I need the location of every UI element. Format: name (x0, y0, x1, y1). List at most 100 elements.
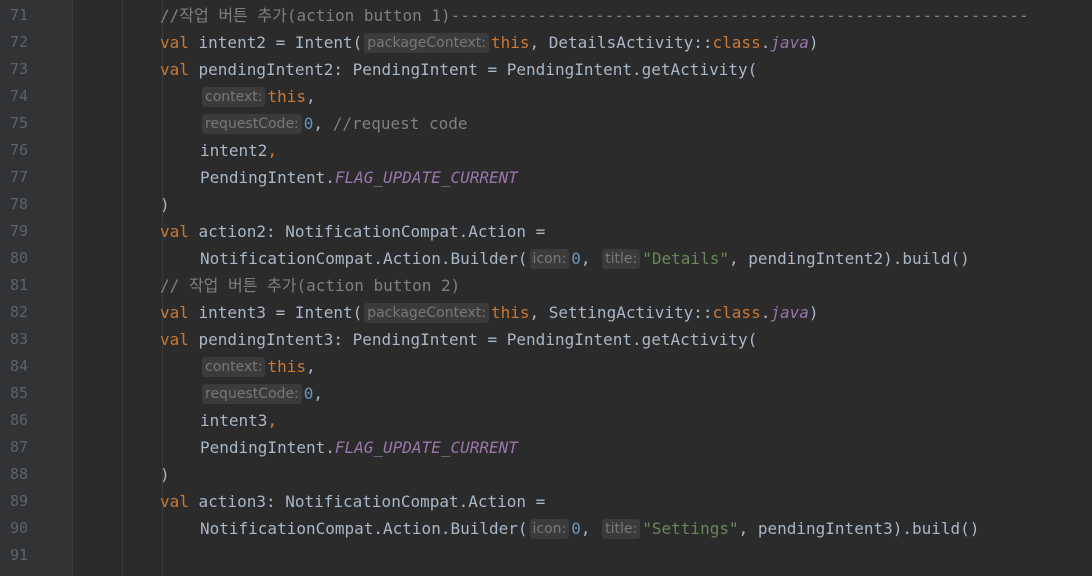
code-line[interactable]: 71 //작업 버튼 추가(action button 1)-----------… (0, 2, 1092, 29)
code-line[interactable]: 88) (0, 461, 1092, 488)
code-text[interactable]: intent3, (200, 407, 277, 434)
code-text[interactable]: PendingIntent.FLAG_UPDATE_CURRENT (200, 434, 518, 461)
line-number: 82 (9, 303, 28, 321)
code-token: ) (160, 195, 170, 214)
parameter-hint: packageContext: (364, 33, 489, 53)
code-text[interactable]: val action2: NotificationCompat.Action = (160, 218, 545, 245)
code-text[interactable]: NotificationCompat.Action.Builder(icon: 0… (200, 515, 979, 542)
line-number: 71 (9, 6, 28, 24)
code-token: , (313, 384, 324, 403)
code-token: intent2 = Intent( (198, 33, 363, 52)
code-token: , (313, 114, 333, 133)
parameter-hint: icon: (529, 519, 570, 539)
code-token: FLAG_UPDATE_CURRENT (334, 438, 518, 457)
code-token: intent2 (200, 141, 268, 160)
code-token: , pendingIntent2).build() (728, 249, 970, 268)
line-number: 80 (9, 249, 28, 267)
code-token: //작업 버튼 추가(action button 1) (160, 6, 451, 25)
code-token: val (160, 33, 199, 52)
code-text[interactable]: ) (160, 191, 170, 218)
code-line[interactable]: 78) (0, 191, 1092, 218)
line-number: 81 (9, 276, 28, 294)
line-number: 86 (9, 411, 28, 429)
code-editor[interactable]: 71 //작업 버튼 추가(action button 1)-----------… (0, 0, 1092, 576)
code-token: 0 (303, 114, 314, 133)
line-number: 72 (9, 33, 28, 51)
code-line[interactable]: 75 requestCode: 0, //request code (0, 110, 1092, 137)
code-token: , (580, 249, 601, 268)
code-token: ) (160, 465, 170, 484)
code-text[interactable]: val intent2 = Intent(packageContext: this… (160, 29, 819, 56)
line-number: 90 (9, 519, 28, 537)
code-token: pendingIntent3: PendingIntent = PendingI… (198, 330, 758, 349)
code-line[interactable]: 86 intent3, (0, 407, 1092, 434)
code-text[interactable]: context: this, (200, 353, 316, 380)
code-line[interactable]: 91 (0, 542, 1092, 569)
line-number: 88 (9, 465, 28, 483)
code-text[interactable]: ) (160, 461, 170, 488)
parameter-hint: context: (202, 357, 266, 377)
code-token: this (490, 33, 530, 52)
code-line[interactable]: 85 requestCode: 0, (0, 380, 1092, 407)
code-text[interactable]: NotificationCompat.Action.Builder(icon: 0… (200, 245, 970, 272)
code-token: . (760, 33, 771, 52)
code-token: val (160, 222, 199, 241)
parameter-hint: title: (602, 249, 641, 269)
code-text[interactable]: val pendingIntent2: PendingIntent = Pend… (160, 56, 757, 83)
parameter-hint: title: (602, 519, 641, 539)
parameter-hint: context: (202, 87, 266, 107)
code-token: , (306, 87, 316, 106)
code-line[interactable]: 82 val intent3 = Intent(packageContext: th… (0, 299, 1092, 326)
code-line[interactable]: 90 NotificationCompat.Action.Builder(icon… (0, 515, 1092, 542)
code-text[interactable]: intent2, (200, 137, 277, 164)
parameter-hint: requestCode: (202, 384, 302, 404)
code-text[interactable]: val action3: NotificationCompat.Action = (160, 488, 545, 515)
line-number: 91 (9, 546, 28, 564)
code-token: this (267, 357, 307, 376)
code-text[interactable]: //작업 버튼 추가(action button 1)-------------… (160, 2, 1029, 29)
code-token: intent3 (200, 411, 268, 430)
line-number: 75 (9, 114, 28, 132)
code-text[interactable]: PendingIntent.FLAG_UPDATE_CURRENT (200, 164, 518, 191)
code-token: FLAG_UPDATE_CURRENT (334, 168, 518, 187)
code-line[interactable]: 89 val action3: NotificationCompat.Action… (0, 488, 1092, 515)
code-token: ) (808, 303, 819, 322)
code-token: , (267, 411, 278, 430)
code-text[interactable]: requestCode: 0, (200, 380, 323, 407)
code-line[interactable]: 87 PendingIntent.FLAG_UPDATE_CURRENT (0, 434, 1092, 461)
code-line[interactable]: 73 val pendingIntent2: PendingIntent = Pe… (0, 56, 1092, 83)
code-token: NotificationCompat.Action.Builder( (200, 249, 528, 268)
code-token: 0 (303, 384, 314, 403)
line-number: 77 (9, 168, 28, 186)
code-text[interactable]: requestCode: 0, //request code (200, 110, 468, 137)
code-text[interactable]: val intent3 = Intent(packageContext: this… (160, 299, 819, 326)
code-line[interactable]: 84 context: this, (0, 353, 1092, 380)
code-token: val (160, 60, 199, 79)
code-text[interactable]: val pendingIntent3: PendingIntent = Pend… (160, 326, 757, 353)
code-text[interactable]: context: this, (200, 83, 316, 110)
code-line[interactable]: 81 // 작업 버튼 추가(action button 2) (0, 272, 1092, 299)
code-token: , (580, 519, 601, 538)
code-token: , (306, 357, 316, 376)
line-number: 73 (9, 60, 28, 78)
code-token: class (712, 33, 761, 52)
code-token: 0 (571, 249, 581, 268)
code-token: action3: NotificationCompat.Action = (198, 492, 546, 511)
code-token: val (160, 330, 199, 349)
line-number: 83 (9, 330, 28, 348)
code-text[interactable]: // 작업 버튼 추가(action button 2) (160, 272, 460, 299)
code-line[interactable]: 83 val pendingIntent3: PendingIntent = Pe… (0, 326, 1092, 353)
code-line[interactable]: 80 NotificationCompat.Action.Builder(icon… (0, 245, 1092, 272)
code-token: PendingIntent. (200, 168, 335, 187)
line-number: 85 (9, 384, 28, 402)
code-token: // 작업 버튼 추가(action button 2) (160, 276, 461, 295)
code-line[interactable]: 72 val intent2 = Intent(packageContext: th… (0, 29, 1092, 56)
code-token: "Details" (642, 249, 729, 268)
code-line[interactable]: 79 val action2: NotificationCompat.Action… (0, 218, 1092, 245)
code-token: , DetailsActivity:: (529, 33, 713, 52)
code-line[interactable]: 76 intent2, (0, 137, 1092, 164)
code-line[interactable]: 77 PendingIntent.FLAG_UPDATE_CURRENT (0, 164, 1092, 191)
code-line[interactable]: 74 context: this, (0, 83, 1092, 110)
code-token: , SettingActivity:: (529, 303, 713, 322)
line-number: 76 (9, 141, 28, 159)
